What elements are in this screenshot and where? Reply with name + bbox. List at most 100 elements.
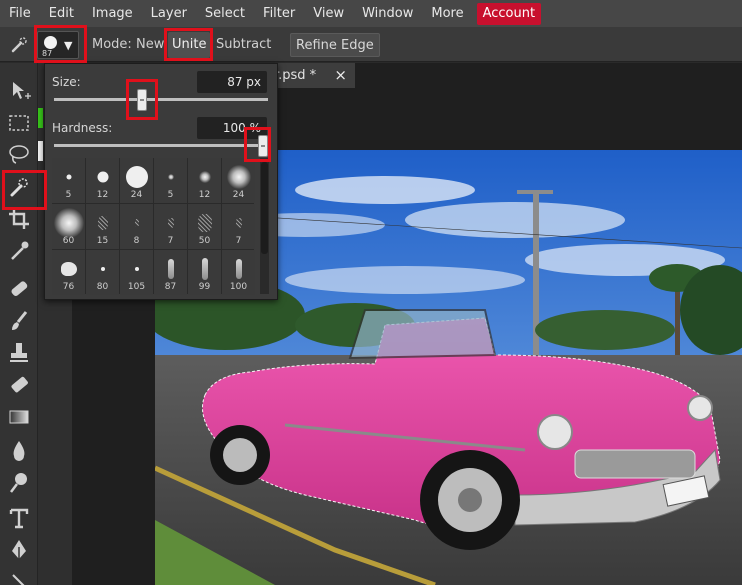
menu-window[interactable]: Window xyxy=(353,0,422,27)
brush-tip-icon xyxy=(235,259,242,279)
menu-file[interactable]: File xyxy=(0,0,40,27)
brush-preset-item[interactable]: 105 xyxy=(120,250,153,295)
brush-size-badge: 87 xyxy=(42,49,53,58)
tool-options-bar: 87 ▼ Mode: New Unite Subtract Refine Edg… xyxy=(0,27,742,62)
brush-preset-size-label: 99 xyxy=(198,282,211,292)
brush-preset-item[interactable]: 12 xyxy=(86,158,119,203)
gradient-tool-icon[interactable] xyxy=(4,402,34,432)
brush-options-popup: Size: 87 px Hardness: 100 % 5 12 24 5 12 24 60… xyxy=(44,63,278,300)
brush-tip-icon xyxy=(167,218,174,228)
menu-view[interactable]: View xyxy=(304,0,353,27)
brush-tip-icon xyxy=(197,214,212,232)
brush-preset-item[interactable]: 12 xyxy=(188,158,221,203)
brush-tip-icon xyxy=(125,166,148,188)
brush-preset-item[interactable]: 60 xyxy=(52,204,85,249)
type-tool-icon[interactable] xyxy=(4,503,34,533)
brush-preset-item[interactable]: 8 xyxy=(120,204,153,249)
hardness-label: Hardness: xyxy=(52,121,113,135)
brush-preset-picker[interactable]: 87 ▼ xyxy=(37,31,79,59)
brush-tool-icon[interactable] xyxy=(4,306,34,336)
menu-filter[interactable]: Filter xyxy=(254,0,304,27)
brush-tip-icon xyxy=(60,262,77,276)
shape-tool-icon[interactable] xyxy=(4,567,34,585)
menu-bar: File Edit Image Layer Select Filter View… xyxy=(0,0,742,27)
brush-tip-icon xyxy=(97,216,108,230)
mode-subtract-button[interactable]: Subtract xyxy=(216,27,271,62)
brush-preset-size-label: 7 xyxy=(235,236,242,246)
brush-preset-item[interactable]: 24 xyxy=(120,158,153,203)
brush-preset-size-label: 12 xyxy=(198,190,211,200)
brush-preset-item[interactable]: 24 xyxy=(222,158,255,203)
brush-preset-item[interactable]: 87 xyxy=(154,250,187,295)
size-value-field[interactable]: 87 px xyxy=(197,71,267,93)
brush-preset-size-label: 105 xyxy=(127,282,146,292)
brush-preset-size-label: 12 xyxy=(96,190,109,200)
mode-unite-button[interactable]: Unite xyxy=(168,32,211,58)
bg-color-swatch[interactable] xyxy=(38,141,43,161)
brush-preset-size-label: 87 xyxy=(164,282,177,292)
clone-stamp-tool-icon[interactable] xyxy=(4,338,34,368)
crop-tool-icon[interactable] xyxy=(4,204,34,234)
marquee-tool-icon[interactable] xyxy=(4,108,34,138)
brush-preset-item[interactable]: 100 xyxy=(222,250,255,295)
hardness-slider-track[interactable] xyxy=(54,144,268,147)
mode-label: Mode: xyxy=(92,37,132,52)
close-icon[interactable]: × xyxy=(334,63,347,88)
brush-preset-size-label: 76 xyxy=(62,282,75,292)
account-button[interactable]: Account xyxy=(476,2,542,25)
brush-preset-item[interactable]: 99 xyxy=(188,250,221,295)
dodge-tool-icon[interactable] xyxy=(4,468,34,498)
menu-image[interactable]: Image xyxy=(83,0,142,27)
brush-preset-size-label: 24 xyxy=(130,190,143,200)
hardness-value-field[interactable]: 100 % xyxy=(197,117,267,139)
pen-tool-icon[interactable] xyxy=(4,535,34,565)
brush-preset-size-label: 24 xyxy=(232,190,245,200)
eyedropper-tool-icon[interactable] xyxy=(4,236,34,266)
hardness-slider-thumb[interactable] xyxy=(258,135,268,157)
brush-tip-icon xyxy=(201,258,208,280)
brush-preset-item[interactable]: 5 xyxy=(52,158,85,203)
brush-tip-icon xyxy=(167,259,174,279)
brush-preset-size-label: 50 xyxy=(198,236,211,246)
brush-tip-icon xyxy=(53,208,84,238)
brush-tip-icon xyxy=(167,174,174,180)
blur-tool-icon[interactable] xyxy=(4,436,34,466)
brush-preset-size-label: 7 xyxy=(167,236,174,246)
brush-preset-item[interactable]: 76 xyxy=(52,250,85,295)
size-slider-track[interactable] xyxy=(54,98,268,101)
refine-edge-button[interactable]: Refine Edge xyxy=(290,33,380,57)
brush-preset-grid: 5 12 24 5 12 24 60 15 8 7 50 7 76 80 105 87 99 100 xyxy=(52,158,255,295)
quick-selection-options-icon xyxy=(8,27,30,62)
menu-layer[interactable]: Layer xyxy=(142,0,196,27)
brush-preset-size-label: 100 xyxy=(229,282,248,292)
brush-preset-item[interactable]: 80 xyxy=(86,250,119,295)
mode-new-button[interactable]: New xyxy=(136,27,164,62)
brush-preset-size-label: 5 xyxy=(167,190,174,200)
brush-preset-item[interactable]: 15 xyxy=(86,204,119,249)
brush-tip-icon xyxy=(66,174,71,180)
healing-tool-icon[interactable] xyxy=(4,274,34,304)
brush-preset-size-label: 15 xyxy=(96,236,109,246)
size-slider-thumb[interactable] xyxy=(136,89,147,111)
brush-preset-item[interactable]: 50 xyxy=(188,204,221,249)
brush-preset-item[interactable]: 7 xyxy=(222,204,255,249)
lasso-tool-icon[interactable] xyxy=(4,140,34,170)
eraser-tool-icon[interactable] xyxy=(4,370,34,400)
chevron-down-icon: ▼ xyxy=(64,39,73,52)
brush-preset-item[interactable]: 7 xyxy=(154,204,187,249)
fg-color-swatch[interactable] xyxy=(38,108,43,128)
brush-tip-icon xyxy=(134,219,139,227)
photo-editor-app: File Edit Image Layer Select Filter View… xyxy=(0,0,742,585)
move-tool-icon[interactable] xyxy=(4,76,34,106)
preset-scrollbar[interactable] xyxy=(260,158,269,294)
preset-scrollbar-thumb[interactable] xyxy=(261,162,268,254)
size-label: Size: xyxy=(52,75,81,89)
quick-selection-tool-icon[interactable] xyxy=(4,172,34,202)
brush-preview-icon xyxy=(44,36,57,49)
brush-preset-size-label: 60 xyxy=(62,236,75,246)
brush-preset-size-label: 8 xyxy=(133,236,140,246)
brush-preset-item[interactable]: 5 xyxy=(154,158,187,203)
menu-more[interactable]: More xyxy=(422,0,472,27)
menu-select[interactable]: Select xyxy=(196,0,254,27)
menu-edit[interactable]: Edit xyxy=(40,0,83,27)
